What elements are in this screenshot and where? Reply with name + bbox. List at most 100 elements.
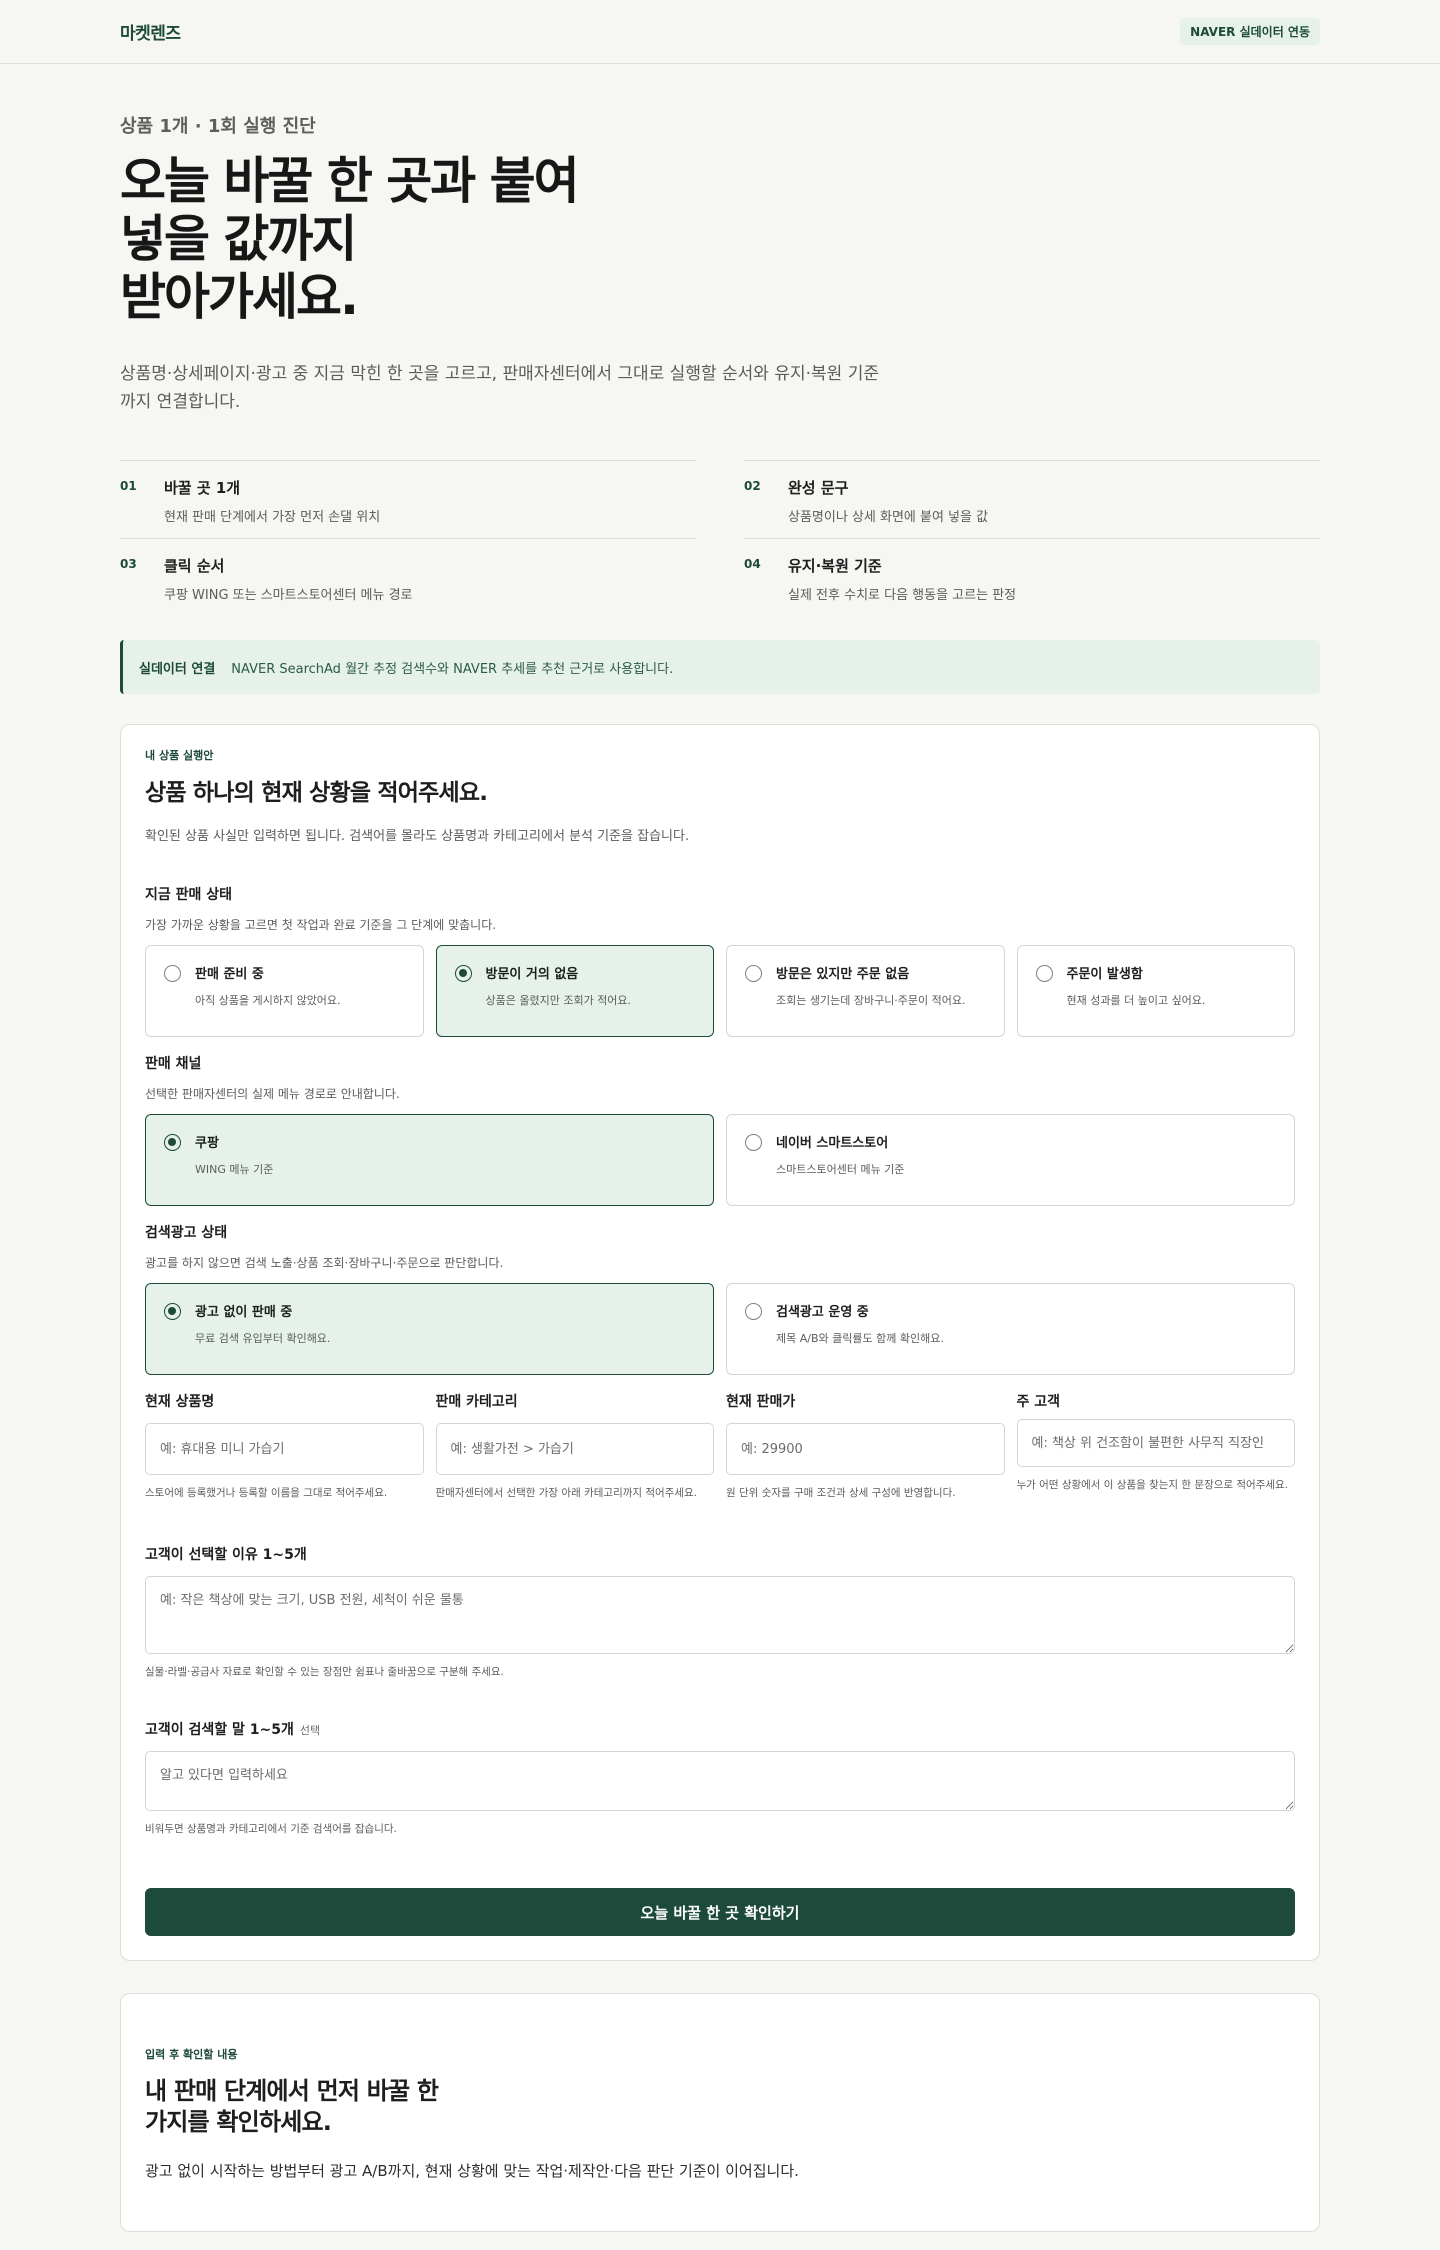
field-help: 판매자센터에서 선택한 가장 아래 카테고리까지 적어주세요.: [435, 1487, 698, 1499]
feature-item: 04 유지·복원 기준 실제 전후 수치로 다음 행동을 고르는 판정: [744, 538, 1320, 616]
stage-option-few-visits[interactable]: 방문이 거의 없음 상품은 올렸지만 조회가 적어요.: [435, 945, 714, 1037]
reasons-label: 고객이 선택할 이유 1~5개: [145, 1547, 307, 1563]
channel-label: 판매 채널: [145, 1056, 202, 1072]
stage-option-no-orders[interactable]: 방문은 있지만 주문 없음 조회는 생기는데 장바구니·주문이 적어요.: [726, 945, 1005, 1037]
result-description: 광고 없이 시작하는 방법부터 광고 A/B까지, 현재 상황에 맞는 작업·제…: [145, 2162, 799, 2180]
feature-list: 01 바꿀 곳 1개 현재 판매 단계에서 가장 먼저 손댈 위치 02 완성 …: [120, 460, 1320, 616]
radio-icon: [1035, 965, 1053, 982]
feature-number: 01: [120, 479, 137, 493]
optional-tag: 선택: [299, 1724, 321, 1737]
result-eyebrow: 입력 후 확인할 내용: [145, 2048, 238, 2061]
field-help: 원 단위 숫자를 구매 조건과 상세 구성에 반영합니다.: [726, 1487, 956, 1499]
feature-desc: 실제 전후 수치로 다음 행동을 고르는 판정: [788, 588, 1017, 603]
product-fields: 현재 상품명 스토어에 등록했거나 등록할 이름을 그대로 적어주세요. 판매 …: [145, 1391, 1295, 1502]
radio-icon: [164, 1134, 181, 1151]
stage-label: 지금 판매 상태: [145, 887, 233, 903]
product-name-input[interactable]: [145, 1423, 424, 1475]
option-title: 주문이 발생함: [1066, 967, 1143, 982]
form-eyebrow: 내 상품 실행안: [145, 749, 214, 762]
product-name-field: 현재 상품명 스토어에 등록했거나 등록할 이름을 그대로 적어주세요.: [145, 1391, 424, 1502]
field-help: 스토어에 등록했거나 등록할 이름을 그대로 적어주세요.: [145, 1487, 388, 1499]
field-label: 현재 판매가: [726, 1394, 796, 1410]
radio-icon: [745, 1303, 762, 1320]
channel-help: 선택한 판매자센터의 실제 메뉴 경로로 안내합니다.: [145, 1087, 400, 1101]
feature-desc: 쿠팡 WING 또는 스마트스토어센터 메뉴 경로: [164, 588, 413, 603]
option-desc: 무료 검색 유입부터 확인해요.: [195, 1332, 331, 1345]
field-label: 주 고객: [1016, 1394, 1061, 1410]
option-desc: 아직 상품을 게시하지 않았어요.: [195, 994, 341, 1007]
option-title: 쿠팡: [195, 1136, 219, 1151]
radio-icon: [454, 965, 472, 982]
result-preview-card: 입력 후 확인할 내용 내 판매 단계에서 먼저 바꿀 한 가지를 확인하세요.…: [120, 1993, 1320, 2232]
field-label: 현재 상품명: [145, 1394, 215, 1410]
ads-label: 검색광고 상태: [145, 1225, 228, 1241]
reasons-textarea[interactable]: [145, 1576, 1295, 1654]
feature-title: 완성 문구: [788, 479, 849, 497]
feature-item: 02 완성 문구 상품명이나 상세 화면에 붙여 넣을 값: [744, 460, 1320, 538]
option-desc: 스마트스토어센터 메뉴 기준: [776, 1163, 905, 1176]
ads-option-running[interactable]: 검색광고 운영 중 제목 A/B와 클릭률도 함께 확인해요.: [726, 1283, 1295, 1375]
radio-icon: [164, 1303, 181, 1320]
price-field: 현재 판매가 원 단위 숫자를 구매 조건과 상세 구성에 반영합니다.: [726, 1391, 1005, 1502]
notice-text: NAVER SearchAd 월간 추정 검색수와 NAVER 추세를 추천 근…: [231, 661, 674, 677]
feature-title: 바꿀 곳 1개: [164, 479, 241, 497]
form-title: 상품 하나의 현재 상황을 적어주세요.: [145, 780, 488, 806]
hero-description: 상품명·상세페이지·광고 중 지금 막힌 한 곳을 고르고, 판매자센터에서 그…: [120, 364, 879, 412]
radio-icon: [745, 1134, 762, 1151]
keywords-help: 비워두면 상품명과 카테고리에서 기준 검색어를 잡습니다.: [145, 1823, 397, 1835]
form-description: 확인된 상품 사실만 입력하면 됩니다. 검색어를 몰라도 상품명과 카테고리에…: [145, 829, 690, 844]
feature-number: 02: [744, 479, 761, 493]
option-title: 광고 없이 판매 중: [195, 1305, 293, 1320]
main-content: 상품 1개 · 1회 실행 진단 오늘 바꿀 한 곳과 붙여 넣을 값까지 받아…: [0, 112, 1440, 2232]
option-title: 네이버 스마트스토어: [776, 1136, 889, 1151]
stage-option-preparing[interactable]: 판매 준비 중 아직 상품을 게시하지 않았어요.: [145, 945, 424, 1037]
top-bar: 마켓렌즈 NAVER 실데이터 연동: [0, 0, 1440, 64]
product-form-card: 내 상품 실행안 상품 하나의 현재 상황을 적어주세요. 확인된 상품 사실만…: [120, 724, 1320, 1961]
option-title: 검색광고 운영 중: [776, 1305, 869, 1320]
submit-button[interactable]: 오늘 바꿀 한 곳 확인하기: [145, 1888, 1295, 1936]
result-title: 내 판매 단계에서 먼저 바꿀 한 가지를 확인하세요.: [145, 2077, 439, 2136]
option-desc: 상품은 올렸지만 조회가 적어요.: [485, 994, 632, 1007]
feature-number: 03: [120, 557, 137, 571]
reasons-help: 실물·라벨·공급사 자료로 확인할 수 있는 장점만 쉼표나 줄바꿈으로 구분해…: [145, 1666, 504, 1678]
data-notice: 실데이터 연결 NAVER SearchAd 월간 추정 검색수와 NAVER …: [120, 640, 1320, 694]
customer-field: 주 고객 누가 어떤 상황에서 이 상품을 찾는지 한 문장으로 적어주세요.: [1016, 1391, 1295, 1502]
field-label: 판매 카테고리: [435, 1394, 518, 1410]
category-field: 판매 카테고리 판매자센터에서 선택한 가장 아래 카테고리까지 적어주세요.: [435, 1391, 714, 1502]
option-desc: 조회는 생기는데 장바구니·주문이 적어요.: [776, 994, 966, 1007]
feature-desc: 상품명이나 상세 화면에 붙여 넣을 값: [788, 510, 989, 525]
naver-data-badge: NAVER 실데이터 연동: [1180, 18, 1320, 45]
ads-help: 광고를 하지 않으면 검색 노출·상품 조회·장바구니·주문으로 판단합니다.: [145, 1256, 504, 1270]
price-input[interactable]: [726, 1423, 1005, 1475]
keywords-textarea[interactable]: [145, 1751, 1295, 1811]
channel-options: 쿠팡 WING 메뉴 기준 네이버 스마트스토어 스마트스토어센터 메뉴 기준: [145, 1114, 1295, 1206]
brand-logo[interactable]: 마켓렌즈: [120, 19, 181, 44]
notice-label: 실데이터 연결: [139, 661, 216, 677]
channel-option-smartstore[interactable]: 네이버 스마트스토어 스마트스토어센터 메뉴 기준: [726, 1114, 1295, 1206]
customer-input[interactable]: [1016, 1419, 1295, 1467]
category-input[interactable]: [435, 1423, 714, 1475]
feature-item: 03 클릭 순서 쿠팡 WING 또는 스마트스토어센터 메뉴 경로: [120, 538, 696, 616]
feature-number: 04: [744, 557, 761, 571]
keywords-label: 고객이 검색할 말 1~5개: [145, 1722, 294, 1738]
option-title: 방문은 있지만 주문 없음: [776, 967, 910, 982]
feature-desc: 현재 판매 단계에서 가장 먼저 손댈 위치: [164, 510, 381, 525]
feature-title: 클릭 순서: [164, 557, 225, 575]
hero-eyebrow: 상품 1개 · 1회 실행 진단: [120, 116, 316, 137]
channel-option-coupang[interactable]: 쿠팡 WING 메뉴 기준: [145, 1114, 714, 1206]
stage-option-orders[interactable]: 주문이 발생함 현재 성과를 더 높이고 싶어요.: [1016, 945, 1295, 1037]
radio-icon: [745, 965, 762, 982]
feature-title: 유지·복원 기준: [788, 557, 882, 575]
radio-icon: [164, 965, 181, 982]
ads-option-no-ads[interactable]: 광고 없이 판매 중 무료 검색 유입부터 확인해요.: [145, 1283, 714, 1375]
field-help: 누가 어떤 상황에서 이 상품을 찾는지 한 문장으로 적어주세요.: [1016, 1479, 1289, 1491]
stage-options: 판매 준비 중 아직 상품을 게시하지 않았어요. 방문이 거의 없음 상품은 …: [145, 945, 1295, 1037]
ads-options: 광고 없이 판매 중 무료 검색 유입부터 확인해요. 검색광고 운영 중 제목…: [145, 1283, 1295, 1375]
option-title: 판매 준비 중: [195, 967, 264, 982]
option-desc: 현재 성과를 더 높이고 싶어요.: [1066, 994, 1206, 1007]
stage-help: 가장 가까운 상황을 고르면 첫 작업과 완료 기준을 그 단계에 맞춥니다.: [145, 918, 497, 932]
hero-title: 오늘 바꿀 한 곳과 붙여 넣을 값까지 받아가세요.: [120, 152, 580, 326]
option-desc: 제목 A/B와 클릭률도 함께 확인해요.: [776, 1332, 944, 1345]
feature-item: 01 바꿀 곳 1개 현재 판매 단계에서 가장 먼저 손댈 위치: [120, 460, 696, 538]
keywords-label-row: 고객이 검색할 말 1~5개 선택: [145, 1719, 1295, 1739]
